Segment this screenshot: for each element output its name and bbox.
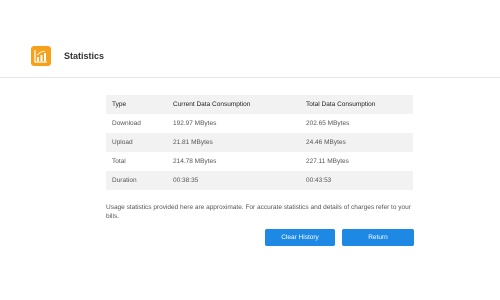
statistics-page: Statistics Type Current Data Consumption… [0,0,500,300]
row-total-cell: 24.46 MBytes [306,138,346,146]
table-row: Duration 00:38:35 00:43:53 [106,171,413,190]
row-total-cell: 202.65 MBytes [306,119,350,127]
clear-history-button[interactable]: Clear History [265,229,335,246]
row-type-cell: Upload [112,138,133,146]
statistics-chart-icon [31,46,51,66]
statistics-table: Type Current Data Consumption Total Data… [106,95,413,190]
return-button[interactable]: Return [342,229,414,246]
page-title: Statistics [64,51,105,61]
column-header-total: Total Data Consumption [306,100,376,108]
column-header-type: Type [112,100,127,108]
row-type-cell: Duration [112,176,137,184]
usage-disclaimer-note: Usage statistics provided here are appro… [106,204,411,220]
row-current-cell: 21.81 MBytes [173,138,213,146]
row-type-cell: Total [112,157,126,165]
row-current-cell: 00:38:35 [173,176,199,184]
table-row: Download 192.97 MBytes 202.65 MBytes [106,114,413,133]
row-total-cell: 227.11 MBytes [306,157,349,165]
row-current-cell: 192.97 MBytes [173,119,217,127]
column-header-current: Current Data Consumption [173,100,251,108]
row-total-cell: 00:43:53 [306,176,332,184]
row-current-cell: 214.78 MBytes [173,157,217,165]
table-header-row: Type Current Data Consumption Total Data… [106,95,413,114]
row-type-cell: Download [112,119,141,127]
table-row: Upload 21.81 MBytes 24.46 MBytes [106,133,413,152]
page-header: Statistics [0,0,500,78]
table-row: Total 214.78 MBytes 227.11 MBytes [106,152,413,171]
